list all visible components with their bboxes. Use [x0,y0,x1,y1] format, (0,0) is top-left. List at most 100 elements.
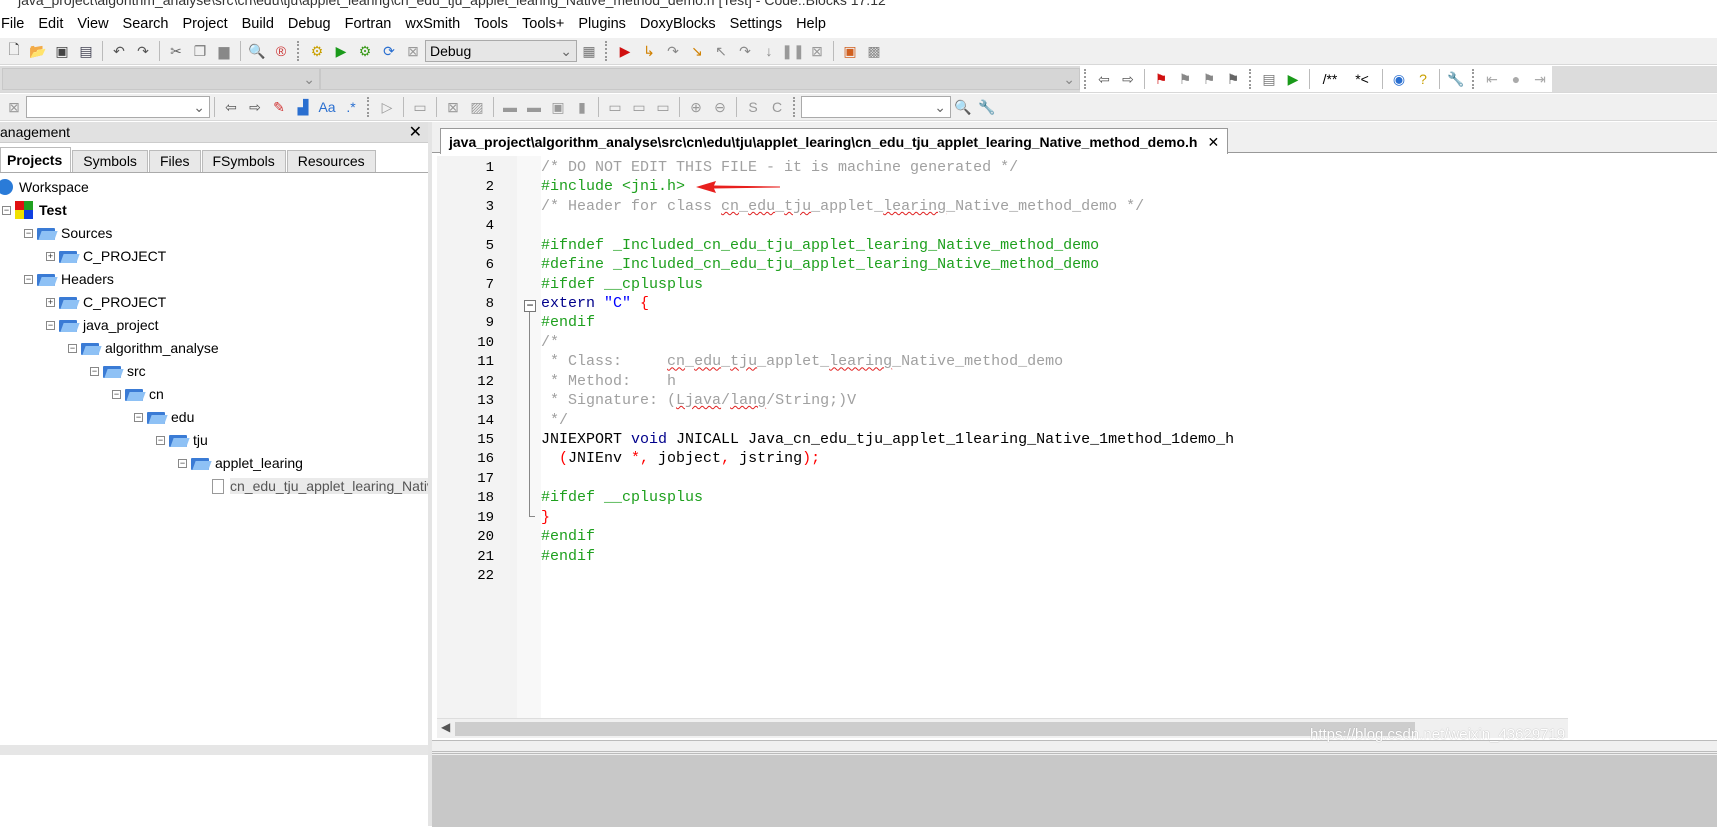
menu-wxsmith[interactable]: wxSmith [398,16,467,32]
scope-combo[interactable]: ⌄ [2,68,320,90]
tree-item[interactable]: − cn [112,383,164,405]
tree-item[interactable]: + C_PROJECT [46,291,166,313]
back-icon[interactable]: ⇦ [1093,68,1115,90]
next-bookmark-icon[interactable]: ⚑ [1198,68,1220,90]
tab-files[interactable]: Files [148,150,201,172]
frame3-icon[interactable]: ▭ [652,96,674,118]
menu-view[interactable]: View [70,16,115,32]
zoom-in-icon[interactable]: ⊕ [685,96,707,118]
tree-item[interactable]: − Headers [24,268,114,290]
close-icon[interactable]: ✕ [409,122,422,143]
tree-item[interactable]: − tju [156,429,208,451]
tree-horizontal-scrollbar[interactable] [0,745,428,755]
symbol-search-combo[interactable]: ⌄ [801,96,951,118]
tree-item[interactable]: Workspace [0,176,89,198]
open-icon[interactable]: 📂 [27,40,49,62]
image2-icon[interactable]: ▨ [466,96,488,118]
prev-icon[interactable]: ⇤ [1481,68,1503,90]
scroll-left-icon[interactable]: ◀ [441,720,450,734]
fold-collapse-icon[interactable]: − [524,299,536,312]
replace-icon[interactable]: ® [270,40,292,62]
next-line-icon[interactable]: ↷ [662,40,684,62]
save-icon[interactable]: ▣ [51,40,73,62]
collapse-icon[interactable]: − [134,412,143,422]
frame1-icon[interactable]: ▭ [604,96,626,118]
browse-icon[interactable]: ▟ [292,96,314,118]
find-icon[interactable]: 🔍 [952,96,974,118]
tab-fsymbols[interactable]: FSymbols [201,150,286,172]
menu-edit[interactable]: Edit [31,16,70,32]
collapse-icon[interactable]: − [90,366,99,376]
regex-icon[interactable]: .* [340,96,362,118]
break-icon[interactable]: ❚❚ [781,40,804,62]
copy-icon[interactable]: ❐ [189,40,211,62]
run-icon[interactable]: ▶ [330,40,352,62]
prev-bookmark-icon[interactable]: ⚑ [1174,68,1196,90]
toggle-bookmark-icon[interactable]: ⚑ [1150,68,1172,90]
stop-debug-icon[interactable]: ⊠ [806,40,828,62]
scrollbar-thumb[interactable] [455,722,1415,736]
undo-icon[interactable]: ↶ [108,40,130,62]
step-instruction-icon[interactable]: ↓ [758,40,780,62]
menu-search[interactable]: Search [116,16,176,32]
build-icon[interactable]: ⚙ [306,40,328,62]
collapse-icon[interactable]: − [24,274,33,284]
debug-start-icon[interactable]: ▶ [614,40,636,62]
jump-forward-icon[interactable]: ⇨ [244,96,266,118]
next-instruction-icon[interactable]: ↷ [734,40,756,62]
match-case-icon[interactable]: Aa [316,96,338,118]
close-tab-icon[interactable]: ✕ [1207,134,1219,150]
rebuild-icon[interactable]: ⟳ [378,40,400,62]
tree-item[interactable]: − Test [2,199,67,221]
tree-item[interactable]: − applet_learing [178,452,303,474]
find-icon[interactable]: 🔍 [246,40,268,62]
step-out-icon[interactable]: ↖ [710,40,732,62]
config-icon[interactable]: 🔧 [976,96,998,118]
menu-file[interactable]: File [0,16,31,32]
paste-icon[interactable]: ▆ [213,40,235,62]
help-icon[interactable]: ? [1412,68,1434,90]
panel-splitter[interactable] [428,122,432,826]
extract-docs-icon[interactable]: ▶ [1282,68,1304,90]
collapse-icon[interactable]: − [24,228,33,238]
tree-item[interactable]: − src [90,360,146,382]
collapse-icon[interactable]: − [178,458,187,468]
forward-icon[interactable]: ⇨ [1117,68,1139,90]
new-file-icon[interactable]: 🗋 [3,40,25,62]
rect-icon[interactable]: ▭ [409,96,431,118]
tree-item[interactable]: + C_PROJECT [46,245,166,267]
layout1-icon[interactable]: ▬ [499,96,521,118]
menu-plugins[interactable]: Plugins [571,16,633,32]
menu-project[interactable]: Project [176,16,235,32]
menu-fortran[interactable]: Fortran [338,16,399,32]
target-options-icon[interactable]: ▦ [578,40,600,62]
run-to-cursor-icon[interactable]: ↳ [638,40,660,62]
image-icon[interactable]: ⊠ [442,96,464,118]
info-icon[interactable]: ▩ [863,40,885,62]
step-into-icon[interactable]: ↘ [686,40,708,62]
toolbar-grip[interactable] [1472,69,1476,89]
menu-build[interactable]: Build [235,16,281,32]
build-run-icon[interactable]: ⚙ [354,40,376,62]
tree-item[interactable]: − java_project [46,314,159,336]
chm-icon[interactable]: ◉ [1388,68,1410,90]
doxywizard-icon[interactable]: ▤ [1258,68,1280,90]
c-icon[interactable]: C [766,96,788,118]
menu-settings[interactable]: Settings [723,16,789,32]
s-icon[interactable]: S [742,96,764,118]
toolbar-grip[interactable] [1249,69,1253,89]
clear-search-icon[interactable]: ⊠ [3,96,25,118]
tab-resources[interactable]: Resources [286,150,376,172]
toolbar-grip[interactable] [367,97,371,117]
cut-icon[interactable]: ✂ [165,40,187,62]
abort-icon[interactable]: ⊠ [402,40,424,62]
toolbar-grip[interactable] [297,41,301,61]
tree-item[interactable]: − algorithm_analyse [68,337,219,359]
layout3-icon[interactable]: ▣ [547,96,569,118]
debug-windows-icon[interactable]: ▣ [839,40,861,62]
jump-back-icon[interactable]: ⇦ [220,96,242,118]
line-comment-icon[interactable]: *< [1347,68,1377,90]
expand-icon[interactable]: + [46,251,55,261]
tab-projects[interactable]: Projects [0,147,72,172]
collapse-icon[interactable]: − [156,435,165,445]
